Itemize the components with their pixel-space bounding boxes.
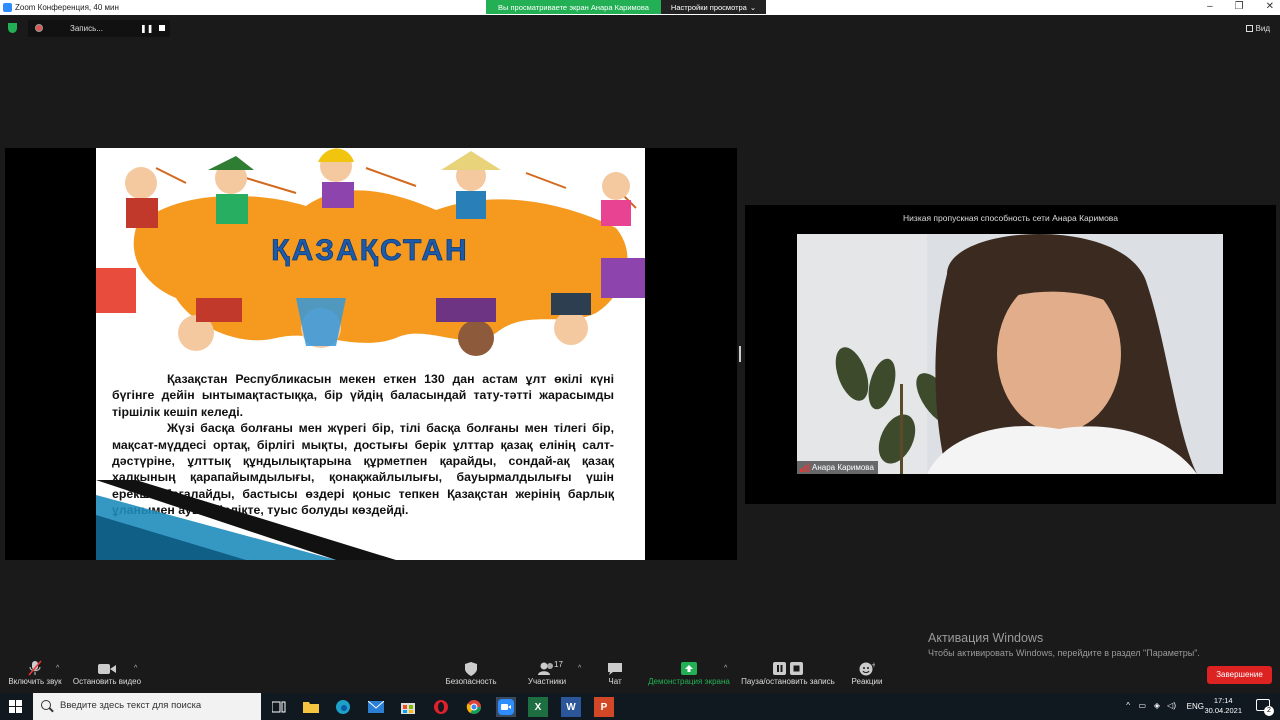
taskbar-search-input[interactable] xyxy=(58,699,257,712)
smiley-plus-icon: + xyxy=(859,661,877,676)
maximize-icon[interactable]: ❐ xyxy=(1235,1,1244,12)
tray-zoom-icon[interactable]: ◈ xyxy=(1154,701,1160,710)
share-banner: Вы просматриваете экран Анара Каримова Н… xyxy=(486,0,767,14)
window-title: Zoom Конференция, 40 мин xyxy=(15,3,119,12)
microphone-muted-icon xyxy=(28,660,42,676)
share-screen-button[interactable]: Демонстрация экрана xyxy=(646,660,732,686)
reactions-label: Реакции xyxy=(851,677,883,686)
security-button[interactable]: Безопасность xyxy=(442,660,500,686)
powerpoint-icon[interactable]: P xyxy=(594,697,614,717)
clock-date: 30.04.2021 xyxy=(1204,706,1242,715)
unmute-label: Включить звук xyxy=(8,677,62,686)
opera-icon[interactable] xyxy=(431,697,451,717)
participants-count: 17 xyxy=(554,660,563,669)
minimize-icon[interactable]: – xyxy=(1207,1,1213,12)
store-icon[interactable] xyxy=(398,697,418,717)
slide-paragraph-1: Қазақстан Республикасын мекен еткен 130 … xyxy=(112,372,614,419)
video-options-caret-icon[interactable]: ^ xyxy=(134,665,137,672)
window-controls: – ❐ ✕ xyxy=(1207,1,1274,12)
panel-splitter-handle[interactable] xyxy=(739,346,741,362)
pause-recording-icon[interactable]: ❚❚ xyxy=(140,24,153,33)
chat-label: Чат xyxy=(608,677,622,686)
window-titlebar: Zoom Конференция, 40 мин Вы просматривае… xyxy=(0,0,1280,15)
svg-text:+: + xyxy=(871,662,875,669)
chat-bubble-icon xyxy=(608,663,622,675)
chevron-down-icon: ⌄ xyxy=(749,2,757,12)
taskbar-search[interactable] xyxy=(33,693,261,720)
bandwidth-notice: Низкая пропускная способность сети Анара… xyxy=(903,213,1118,223)
pause-stop-recording-label: Пауза/остановить запись xyxy=(741,677,835,686)
reactions-button[interactable]: + Реакции xyxy=(850,660,884,686)
pause-stop-icon xyxy=(773,662,803,675)
end-meeting-button[interactable]: Завершение xyxy=(1207,666,1272,684)
view-options-label: Настройки просмотра xyxy=(670,2,747,12)
activation-title: Активация Windows xyxy=(928,631,1044,645)
recording-label: Запись... xyxy=(70,24,103,33)
unmute-button[interactable]: Включить звук xyxy=(6,660,64,686)
shield-icon[interactable] xyxy=(8,23,17,33)
security-label: Безопасность xyxy=(445,677,497,686)
zoom-app-icon xyxy=(3,3,12,12)
pause-stop-recording-button[interactable]: Пауза/остановить запись xyxy=(740,660,836,686)
meeting-top-row: Запись... ❚❚ Вид xyxy=(0,18,1280,40)
edge-browser-icon[interactable] xyxy=(333,697,353,717)
clock-time: 17:14 xyxy=(1213,696,1233,705)
windows-activation-watermark: Активация Windows Чтобы активировать Win… xyxy=(928,631,1200,658)
volume-icon[interactable]: ◁) xyxy=(1167,701,1176,710)
stop-recording-icon[interactable] xyxy=(159,25,165,31)
stop-video-button[interactable]: Остановить видео xyxy=(72,660,142,686)
audio-options-caret-icon[interactable]: ^ xyxy=(56,665,59,672)
recording-bar: Запись... ❚❚ xyxy=(28,20,170,37)
zoom-taskbar-icon[interactable] xyxy=(496,697,516,717)
video-panel: Низкая пропускная способность сети Анара… xyxy=(745,205,1276,504)
share-banner-message: Вы просматриваете экран Анара Каримова xyxy=(486,0,661,14)
notifications-count: 2 xyxy=(1264,706,1274,716)
view-button[interactable]: Вид xyxy=(1245,24,1270,33)
search-icon xyxy=(41,700,51,710)
windows-taskbar: X W P ^ ▭ ◈ ◁) ENG 17:14 30.04.2021 2 xyxy=(0,693,1280,720)
slide-illustration: ҚАЗАҚСТАН xyxy=(96,148,645,356)
meeting-toolbar: Включить звук ^ Остановить видео ^ Безоп… xyxy=(0,656,1280,692)
share-screen-label: Демонстрация экрана xyxy=(648,677,730,686)
slide-corner-decoration xyxy=(96,480,396,560)
shared-screen: ҚАЗАҚСТАН Қазақстан Республикасын мекен … xyxy=(5,148,737,560)
stop-video-label: Остановить видео xyxy=(72,677,142,686)
mail-icon[interactable] xyxy=(366,697,386,717)
grid-icon xyxy=(1245,25,1253,32)
close-icon[interactable]: ✕ xyxy=(1266,1,1274,12)
network-icon[interactable]: ▭ xyxy=(1138,701,1146,710)
participant-video[interactable]: Анара Каримова xyxy=(797,234,1223,474)
language-indicator[interactable]: ENG xyxy=(1187,702,1204,711)
participant-name: Анара Каримова xyxy=(812,463,874,472)
share-options-caret-icon[interactable]: ^ xyxy=(724,665,727,672)
presentation-slide: ҚАЗАҚСТАН Қазақстан Республикасын мекен … xyxy=(96,148,645,560)
participant-video-frame xyxy=(797,234,1223,474)
record-indicator-icon xyxy=(35,24,43,32)
participants-options-caret-icon[interactable]: ^ xyxy=(578,665,581,672)
tray-chevron-up-icon[interactable]: ^ xyxy=(1126,701,1130,710)
shield-icon xyxy=(465,662,477,676)
view-label: Вид xyxy=(1255,24,1270,33)
taskbar-clock[interactable]: 17:14 30.04.2021 xyxy=(1204,696,1242,716)
participant-name-tag: Анара Каримова xyxy=(797,461,878,474)
slide-heading: ҚАЗАҚСТАН xyxy=(271,234,468,267)
signal-strength-icon xyxy=(800,463,809,472)
view-options-button[interactable]: Настройки просмотра ⌄ xyxy=(660,0,767,14)
chrome-icon[interactable] xyxy=(464,697,484,717)
share-screen-icon xyxy=(681,662,697,675)
word-icon[interactable]: W xyxy=(561,697,581,717)
file-explorer-icon[interactable] xyxy=(301,697,321,717)
participants-button[interactable]: 17 Участники xyxy=(522,660,572,686)
excel-icon[interactable]: X xyxy=(528,697,548,717)
chat-button[interactable]: Чат xyxy=(600,660,630,686)
windows-start-icon[interactable] xyxy=(9,700,22,713)
task-view-icon[interactable] xyxy=(269,697,289,717)
video-camera-icon xyxy=(98,664,116,674)
participants-label: Участники xyxy=(527,677,567,686)
